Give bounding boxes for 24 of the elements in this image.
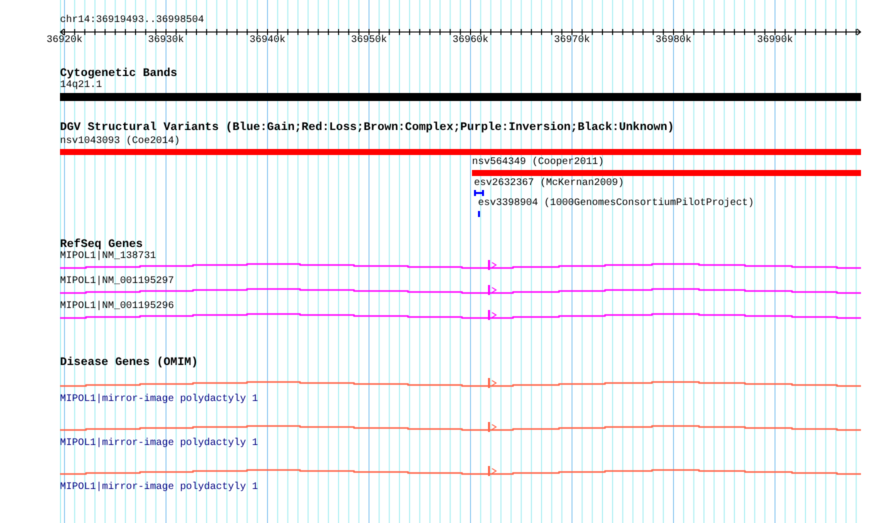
track-title: RefSeq Genes — [60, 239, 143, 251]
variant-label: esv2632367 (McKernan2009) — [474, 178, 624, 190]
tick-label: 36920k — [46, 35, 82, 47]
track-title: Disease Genes (OMIM) — [60, 357, 200, 369]
gene-label: MIPOL1|NM_138731 — [60, 251, 156, 263]
gene-link[interactable]: MIPOL1|mirror-image polydactyly 1 — [60, 438, 258, 450]
gene-link[interactable]: MIPOL1|mirror-image polydactyly 1 — [60, 482, 258, 494]
track-title: DGV Structural Variants (Blue:Gain;Red:Loss;Brown:Complex;Purple:Inversion;Black:Unknown) — [60, 122, 676, 134]
tick-label: 36960k — [452, 35, 488, 47]
band-label: 14q21.1 — [60, 80, 102, 92]
gene-label: MIPOL1|NM_001195297 — [60, 276, 174, 288]
tick-label: 36990k — [757, 35, 793, 47]
variant-label: nsv564349 (Cooper2011) — [472, 157, 604, 169]
variant-label: nsv1043093 (Coe2014) — [60, 136, 180, 148]
track-title: Cytogenetic Bands — [60, 68, 178, 80]
tick-label: 36970k — [554, 35, 590, 47]
region-label: chr14:36919493..36998504 — [60, 15, 206, 27]
gene-link[interactable]: MIPOL1|mirror-image polydactyly 1 — [60, 394, 258, 406]
tick-label: 36980k — [656, 35, 692, 47]
tick-label: 36940k — [250, 35, 286, 47]
gene-label: MIPOL1|NM_001195296 — [60, 301, 174, 313]
variant-label: esv3398904 (1000GenomesConsortiumPilotProject) — [478, 198, 754, 210]
tick-label: 36930k — [148, 35, 184, 47]
tick-label: 36950k — [351, 35, 387, 47]
